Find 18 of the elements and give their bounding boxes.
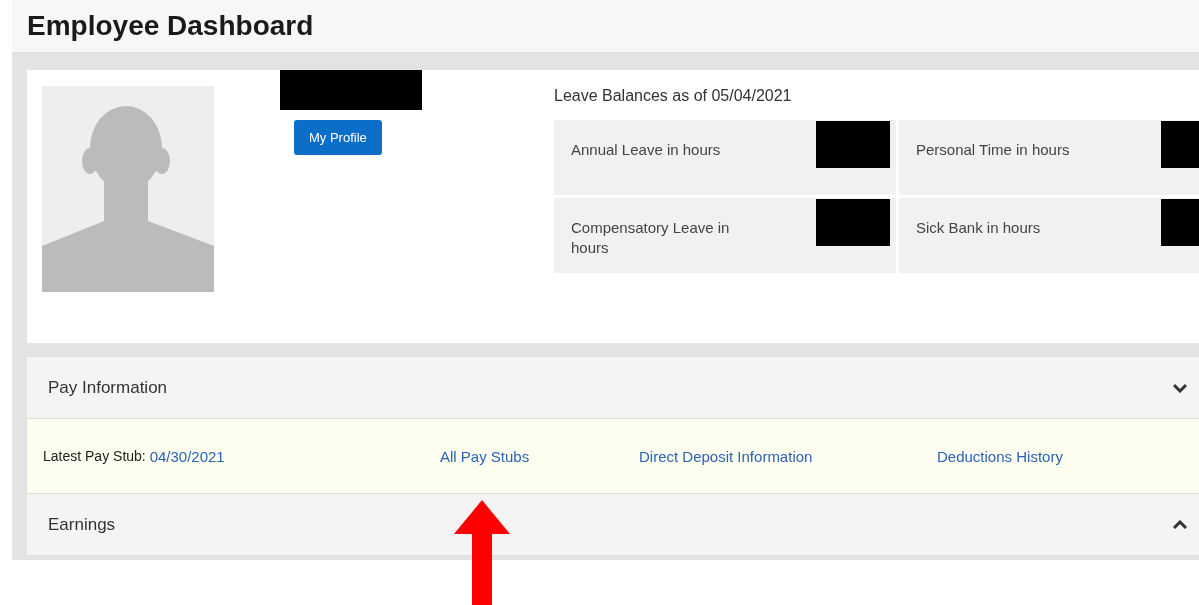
balance-label: Personal Time in hours: [916, 140, 1071, 160]
section-header[interactable]: Pay Information: [27, 357, 1199, 419]
my-profile-button[interactable]: My Profile: [294, 120, 382, 155]
pay-link[interactable]: Deductions History: [937, 447, 1063, 465]
section-title: Earnings: [48, 514, 116, 535]
balance-label: Annual Leave in hours: [571, 140, 722, 160]
pay-stub-date-link[interactable]: 04/30/2021: [149, 447, 225, 465]
chevron-down-icon[interactable]: [1173, 382, 1187, 393]
section-title: Pay Information: [48, 377, 168, 398]
balance-label: Sick Bank in hours: [916, 218, 1042, 238]
leave-balances-heading: Leave Balances as of 05/04/2021: [554, 87, 793, 106]
chevron-up-icon[interactable]: [1173, 519, 1187, 530]
balance-label: Compensatory Leave in hours: [571, 218, 731, 258]
pay-link[interactable]: Direct Deposit Information: [639, 447, 937, 465]
section-header[interactable]: Earnings: [27, 494, 1199, 556]
page-title: Employee Dashboard: [27, 10, 314, 42]
pay-stub-label: Latest Pay Stub:: [43, 447, 147, 465]
pay-link[interactable]: All Pay Stubs: [440, 447, 639, 465]
